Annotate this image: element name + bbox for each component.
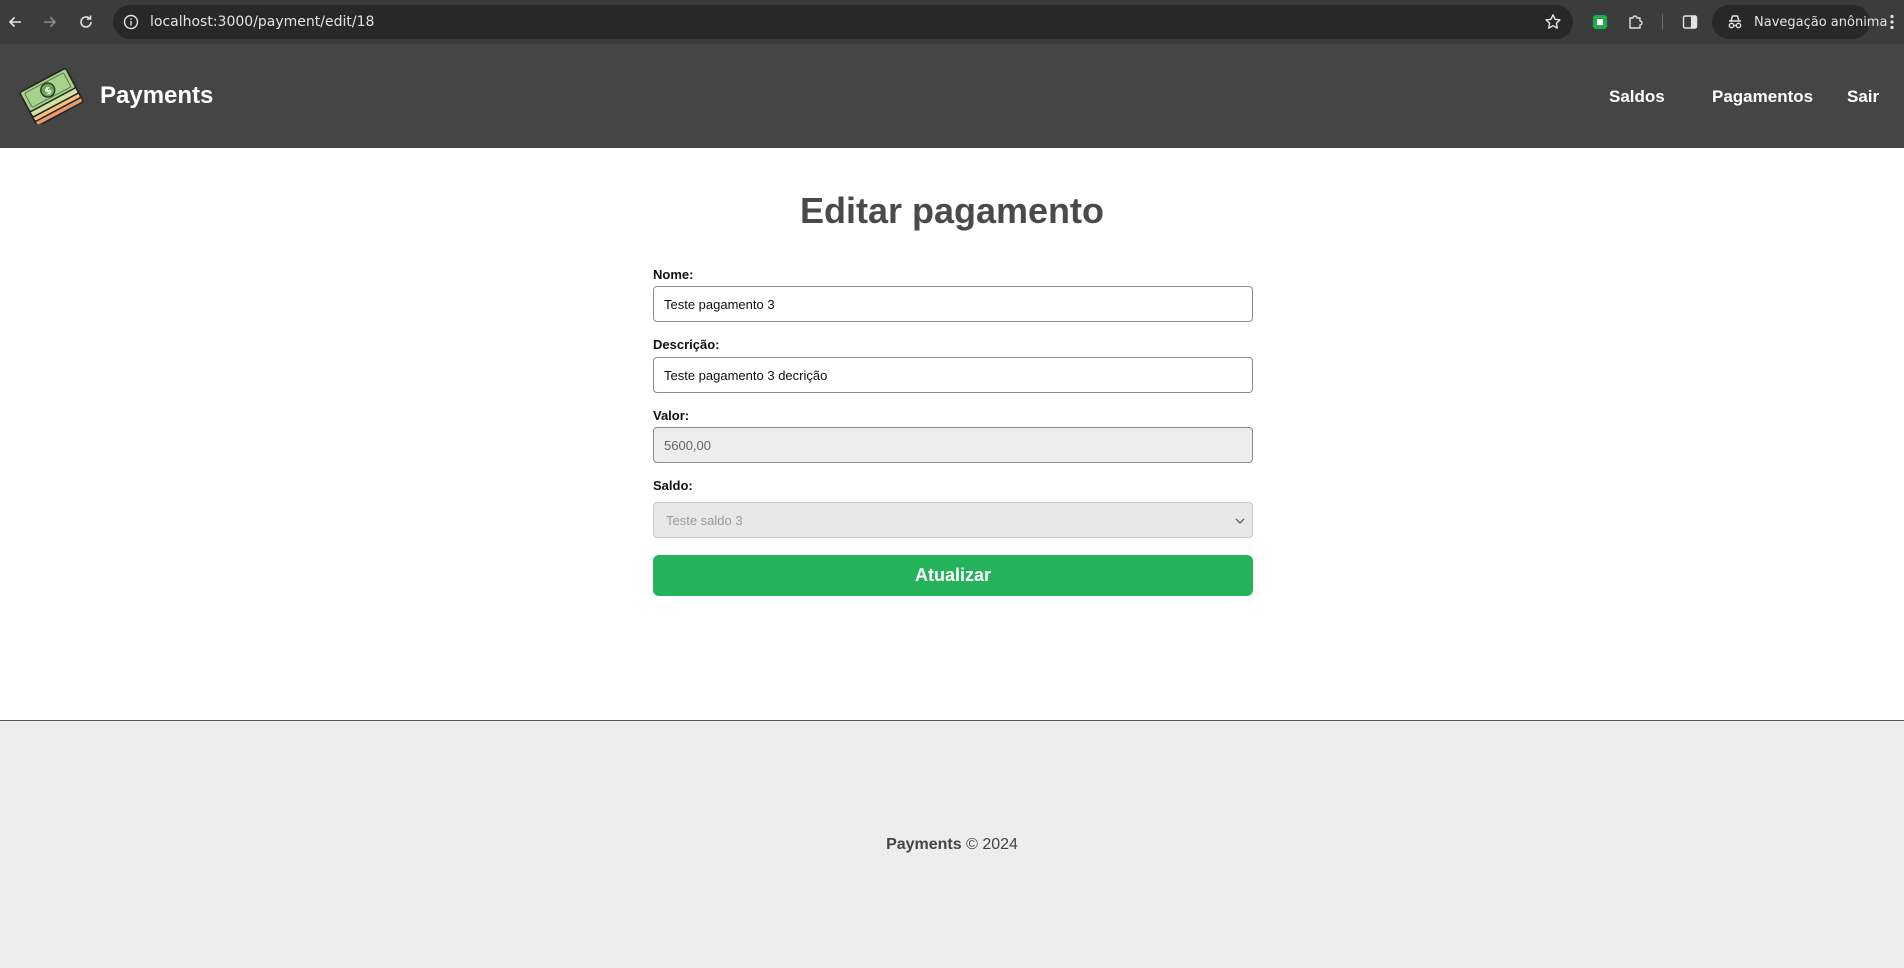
extension-green-icon[interactable]: [1589, 11, 1611, 33]
incognito-icon: [1726, 13, 1744, 31]
extensions-puzzle-icon[interactable]: [1625, 11, 1647, 33]
value-input[interactable]: 5600,00: [653, 427, 1253, 463]
reload-icon[interactable]: [74, 10, 98, 34]
page-title: Editar pagamento: [799, 190, 1105, 231]
site-info-icon[interactable]: [121, 12, 141, 32]
side-panel-icon[interactable]: [1679, 11, 1701, 33]
toolbar-divider: [1662, 14, 1663, 30]
browser-menu-icon[interactable]: [1886, 12, 1898, 32]
bookmark-star-icon[interactable]: [1543, 12, 1563, 32]
incognito-chip[interactable]: Navegação anônima: [1712, 5, 1887, 39]
name-label: Nome:: [653, 267, 694, 282]
money-stack-logo-icon[interactable]: $: [18, 64, 84, 127]
update-button[interactable]: Atualizar: [653, 555, 1253, 596]
footer-brand: Payments: [886, 836, 962, 853]
incognito-label: Navegação anônima: [1754, 14, 1888, 30]
description-input[interactable]: Teste pagamento 3 decrição: [653, 357, 1253, 393]
footer-copyright: Payments © 2024: [0, 836, 1904, 854]
nav-link-sair[interactable]: Sair: [1847, 87, 1879, 107]
address-bar[interactable]: localhost:3000/payment/edit/18: [113, 5, 1573, 39]
name-input[interactable]: Teste pagamento 3: [653, 286, 1253, 322]
page-footer: Payments © 2024: [0, 720, 1904, 968]
back-arrow-icon[interactable]: [3, 10, 27, 34]
forward-arrow-icon[interactable]: [38, 10, 62, 34]
browser-toolbar: localhost:3000/payment/edit/18 Navegação…: [0, 0, 1904, 44]
value-label: Valor:: [653, 408, 690, 423]
description-label: Descrição:: [653, 337, 720, 352]
chevron-down-icon: [1234, 516, 1246, 526]
url-text: localhost:3000/payment/edit/18: [150, 14, 375, 30]
balance-selected-value: Teste saldo 3: [666, 512, 743, 528]
app-header: $ Payments Saldos Pagamentos Sair: [0, 44, 1904, 148]
brand-name[interactable]: Payments: [100, 82, 213, 110]
nav-link-saldos[interactable]: Saldos: [1609, 87, 1665, 107]
balance-select[interactable]: Teste saldo 3: [653, 502, 1253, 538]
footer-copyright-text: © 2024: [966, 836, 1018, 853]
balance-label: Saldo:: [653, 478, 693, 493]
nav-link-pagamentos[interactable]: Pagamentos: [1712, 87, 1813, 107]
